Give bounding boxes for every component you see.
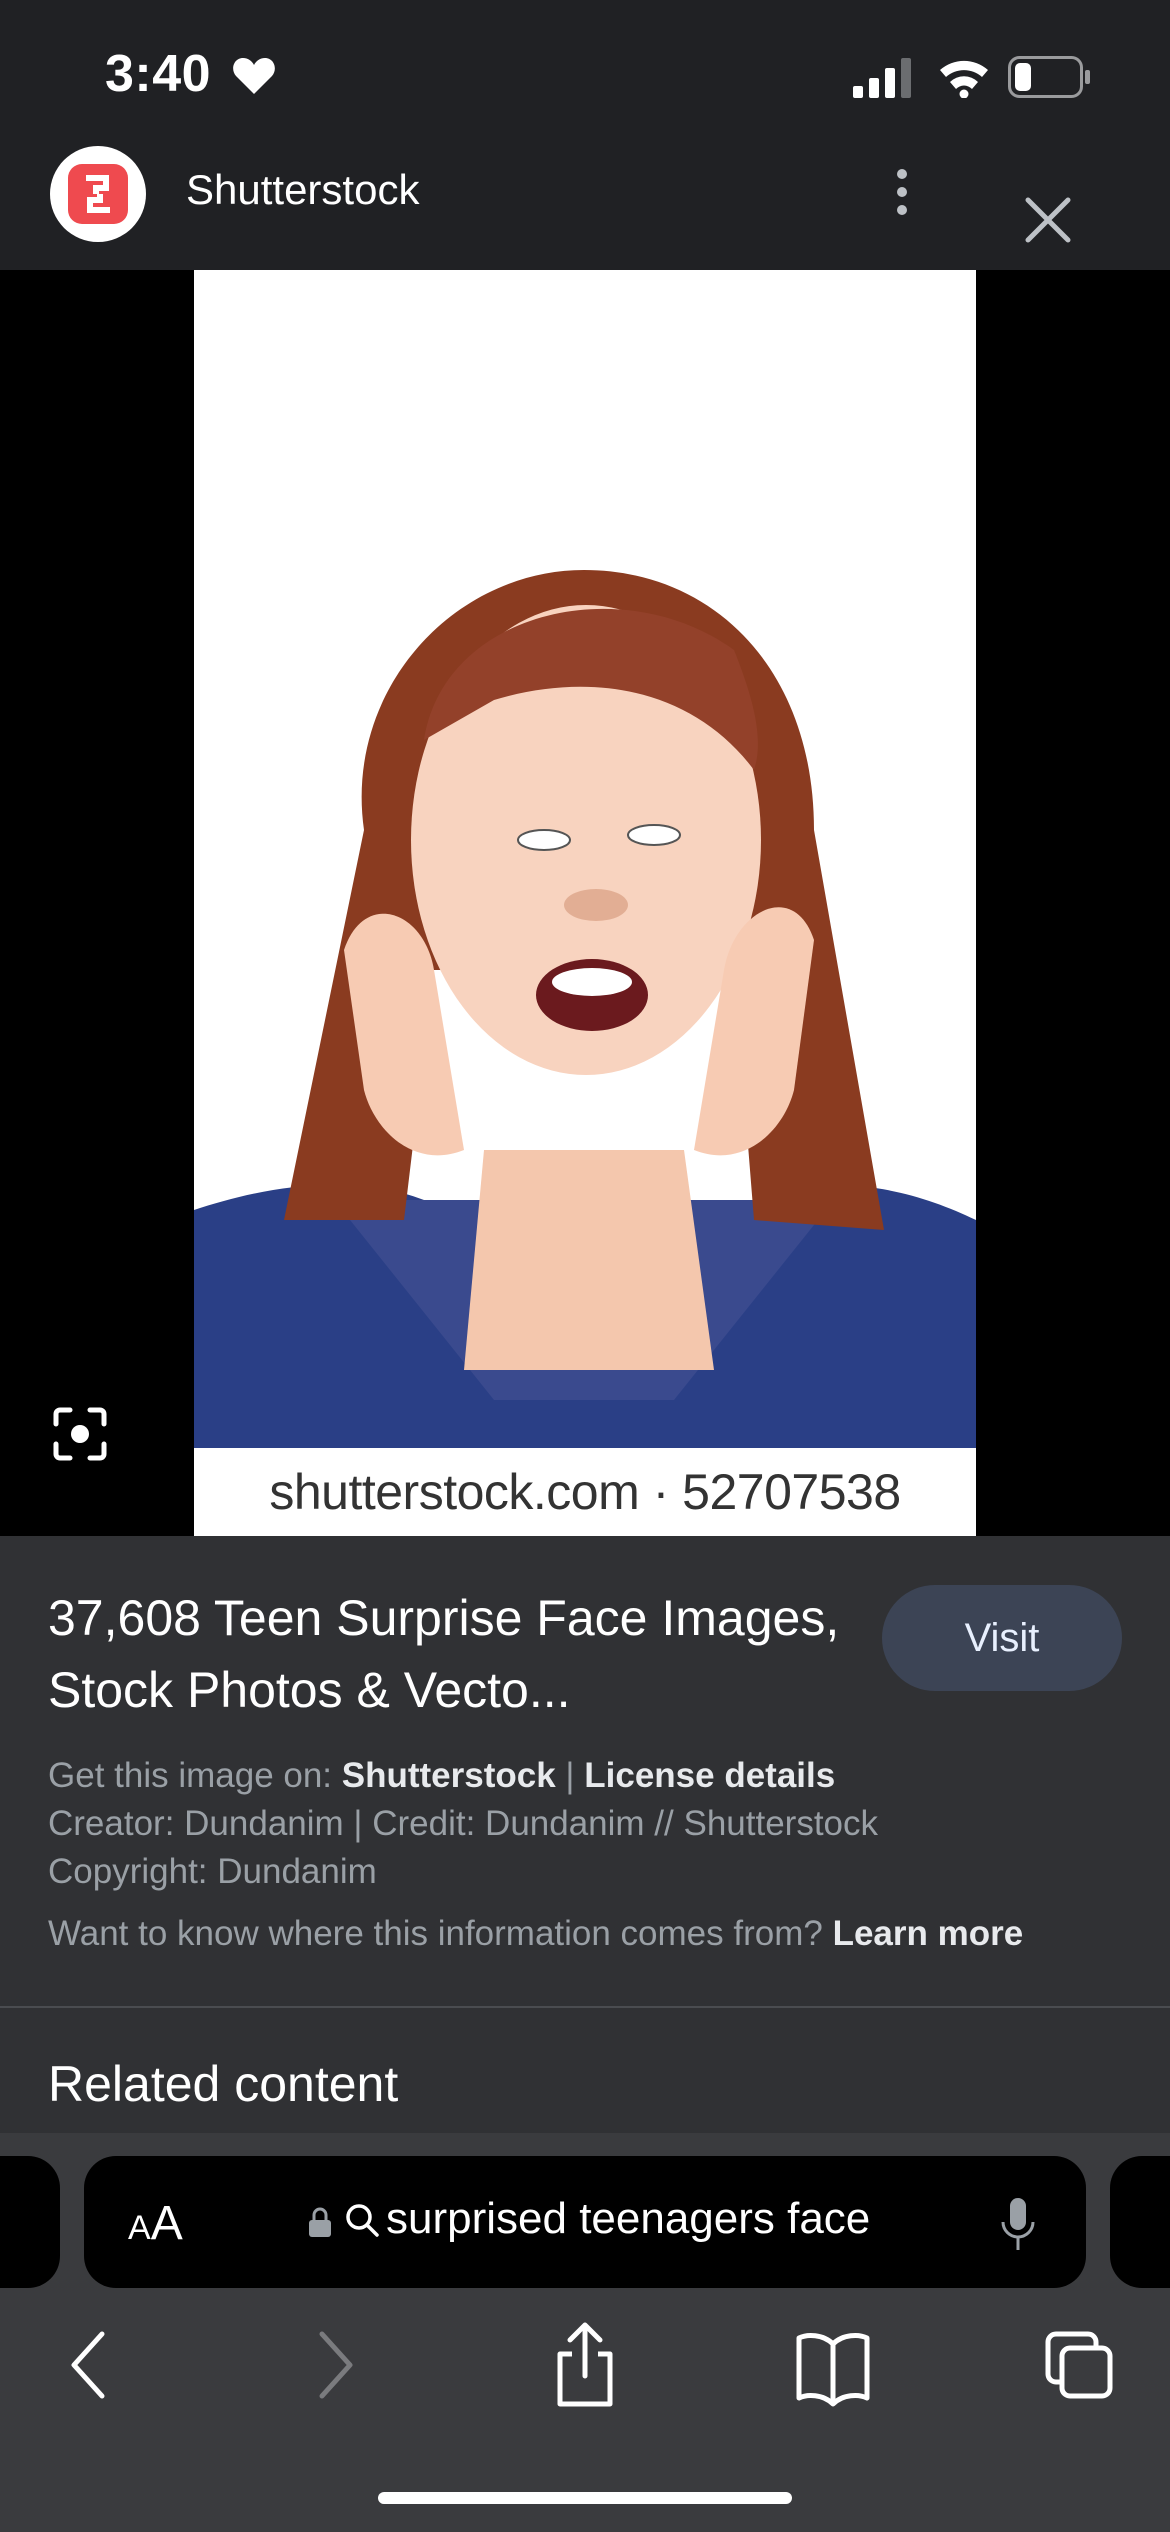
cellular-signal-icon [853,58,911,98]
site-name[interactable]: Shutterstock [186,166,419,214]
related-heading: Related content [48,2056,399,2112]
get-image-label: Get this image on: [48,1756,342,1795]
chevron-right-icon[interactable] [312,2320,362,2410]
text-size-big: A [150,2197,183,2250]
more-vert-icon[interactable] [880,160,924,230]
status-time: 3:40 [105,45,212,103]
license-details-link[interactable]: License details [584,1756,835,1795]
creator-line: Creator: Dundanim | Credit: Dundanim // … [48,1804,879,1843]
image-watermark: shutterstock.com · 52707538 [194,1448,976,1536]
next-tab-peek[interactable] [1110,2156,1170,2288]
result-title[interactable]: 37,608 Teen Surprise Face Images, Stock … [48,1582,848,1726]
share-icon[interactable] [550,2320,620,2410]
previous-tab-peek[interactable] [0,2156,60,2288]
image-metadata: Get this image on: Shutterstock | Licens… [48,1752,1128,1896]
search-query[interactable]: surprised teenagers face [386,2194,870,2244]
info-question: Want to know where this information come… [48,1914,833,1953]
learn-more-link[interactable]: Learn more [833,1914,1024,1953]
home-indicator[interactable] [378,2492,792,2504]
chevron-left-icon[interactable] [62,2320,112,2410]
info-source-line: Want to know where this information come… [48,1910,1148,1958]
shutterstock-logo-icon [68,164,128,224]
photo-illustration [194,270,976,1448]
result-header [0,140,1170,270]
wifi-icon [940,60,988,98]
microphone-icon[interactable] [998,2194,1038,2254]
battery-icon [1008,56,1090,98]
source-line: Get this image on: Shutterstock | Licens… [48,1752,1128,1800]
close-icon[interactable] [1020,192,1076,248]
preview-image[interactable] [194,270,976,1536]
tabs-icon[interactable] [1044,2320,1116,2410]
visit-button[interactable]: Visit [882,1585,1122,1691]
separator: | [555,1756,585,1795]
search-icon [346,2204,379,2237]
heart-icon [233,58,275,94]
book-icon[interactable] [795,2320,871,2410]
source-link[interactable]: Shutterstock [342,1756,556,1795]
text-size-small: A [128,2209,151,2247]
copyright-line: Copyright: Dundanim [48,1852,377,1891]
google-lens-icon[interactable] [50,1404,110,1464]
lock-icon [309,2207,331,2237]
text-size-button[interactable]: AA [128,2196,183,2251]
